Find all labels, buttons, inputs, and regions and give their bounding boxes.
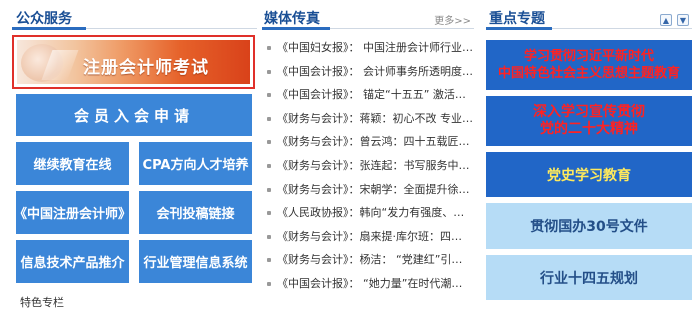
news-link[interactable]: 《中国会计报》： “她力量”在时代潮… bbox=[277, 272, 474, 296]
topic-fourteenth-five-year-plan[interactable]: 行业十四五规划 bbox=[486, 255, 692, 300]
topics-header: 重点专题 ▲ ▼ bbox=[486, 0, 692, 30]
scroll-up-icon[interactable]: ▲ bbox=[660, 14, 672, 26]
news-link[interactable]: 《中国会计报》： 会计师事务所透明度… bbox=[277, 60, 474, 84]
news-link[interactable]: 《财务与会计》：曾云鸿：四十五载匠… bbox=[277, 130, 474, 154]
topic-line: 深入学习宣传贯彻 bbox=[533, 104, 645, 120]
news-link[interactable]: 《财务与会计》：张连起：书写服务中… bbox=[277, 154, 474, 178]
topic-line: 行业十四五规划 bbox=[540, 270, 638, 287]
news-item[interactable]: 《中国妇女报》： 中国注册会计师行业… bbox=[262, 36, 474, 60]
news-link[interactable]: 《财务与会计》：杨洁： “党建红”引… bbox=[277, 248, 474, 272]
news-item[interactable]: 《财务与会计》：蒋颖：初心不改 专业… bbox=[262, 107, 474, 131]
topic-line: 党的二十大精神 bbox=[540, 121, 638, 137]
topic-line: 学习贯彻习近平新时代 bbox=[523, 49, 654, 64]
bullet-icon bbox=[267, 187, 271, 192]
media-panel: 媒体传真 更多>> 《中国妇女报》： 中国注册会计师行业… 《中国会计报》： 会… bbox=[262, 0, 474, 300]
cpa-exam-banner-label[interactable]: 注册会计师考试 bbox=[83, 53, 209, 78]
bullet-icon bbox=[267, 211, 271, 216]
member-application-button[interactable]: 会员入会申请 bbox=[16, 94, 252, 136]
topics-title: 重点专题 bbox=[489, 11, 545, 27]
scroll-down-icon[interactable]: ▼ bbox=[677, 14, 689, 26]
news-item[interactable]: 《人民政协报》：韩向“发力有强度、… bbox=[262, 201, 474, 225]
topics-panel: 重点专题 ▲ ▼ 学习贯彻习近平新时代 中国特色社会主义思想主题教育 深入学习宣… bbox=[486, 0, 692, 300]
topic-party-history[interactable]: 党史学习教育 bbox=[486, 152, 692, 197]
industry-management-system-button[interactable]: 行业管理信息系统 bbox=[139, 240, 252, 283]
continuing-education-button[interactable]: 继续教育在线 bbox=[16, 142, 129, 185]
news-link[interactable]: 《人民政协报》：韩向“发力有强度、… bbox=[277, 201, 474, 225]
cpa-magazine-button[interactable]: 《中国注册会计师》 bbox=[14, 191, 131, 234]
bullet-icon bbox=[267, 46, 271, 50]
bullet-icon bbox=[267, 234, 271, 239]
cut-off-section-title: 特色专栏 bbox=[20, 296, 64, 309]
more-link[interactable]: 更多>> bbox=[434, 12, 471, 27]
bullet-icon bbox=[267, 93, 271, 98]
topic-line: 中国特色社会主义思想主题教育 bbox=[497, 66, 680, 81]
news-item[interactable]: 《财务与会计》：扇来提·库尔班：四… bbox=[262, 225, 474, 249]
bullet-icon bbox=[267, 116, 271, 121]
bullet-icon bbox=[267, 281, 271, 286]
bullet-icon bbox=[267, 140, 271, 145]
bullet-icon bbox=[267, 258, 271, 263]
cpa-exam-banner-image[interactable]: 注册会计师考试 bbox=[17, 40, 250, 84]
news-list: 《中国妇女报》： 中国注册会计师行业… 《中国会计报》： 会计师事务所透明度… … bbox=[262, 36, 474, 296]
topic-line: 贯彻国办30号文件 bbox=[530, 219, 648, 235]
news-link[interactable]: 《财务与会计》：蒋颖：初心不改 专业… bbox=[277, 107, 474, 131]
public-services-header: 公众服务 bbox=[12, 0, 257, 30]
cpa-exam-banner[interactable]: 注册会计师考试 bbox=[12, 35, 255, 89]
topic-line: 党史学习教育 bbox=[547, 167, 631, 184]
news-link[interactable]: 《中国妇女报》： 中国注册会计师行业… bbox=[277, 36, 474, 60]
public-services-title: 公众服务 bbox=[16, 11, 72, 27]
news-item[interactable]: 《财务与会计》：张连起：书写服务中… bbox=[262, 154, 474, 178]
it-products-button[interactable]: 信息技术产品推介 bbox=[16, 240, 129, 283]
news-link[interactable]: 《中国会计报》： 锚定“十五五” 激活… bbox=[277, 83, 474, 107]
news-item[interactable]: 《中国会计报》： 会计师事务所透明度… bbox=[262, 60, 474, 84]
journal-submission-button[interactable]: 会刊投稿链接 bbox=[139, 191, 252, 234]
news-item[interactable]: 《中国会计报》： 锚定“十五五” 激活… bbox=[262, 83, 474, 107]
media-header: 媒体传真 更多>> bbox=[262, 0, 474, 30]
cpa-talent-training-button[interactable]: CPA方向人才培养 bbox=[139, 142, 252, 185]
news-link[interactable]: 《财务与会计》：宋朝学：全面提升徐… bbox=[277, 178, 474, 202]
news-link[interactable]: 《财务与会计》：扇来提·库尔班：四… bbox=[277, 225, 474, 249]
media-title: 媒体传真 bbox=[264, 11, 320, 27]
news-item[interactable]: 《财务与会计》：宋朝学：全面提升徐… bbox=[262, 178, 474, 202]
topic-document-30[interactable]: 贯彻国办30号文件 bbox=[486, 203, 692, 249]
topic-theme-education[interactable]: 学习贯彻习近平新时代 中国特色社会主义思想主题教育 bbox=[486, 40, 692, 90]
news-item[interactable]: 《中国会计报》： “她力量”在时代潮… bbox=[262, 272, 474, 296]
bullet-icon bbox=[267, 69, 271, 74]
news-item[interactable]: 《财务与会计》：曾云鸿：四十五载匠… bbox=[262, 130, 474, 154]
public-services-panel: 公众服务 注册会计师考试 会员入会申请 继续教育在线 CPA方向人才培养 《中国… bbox=[12, 0, 257, 309]
news-item[interactable]: 《财务与会计》：杨洁： “党建红”引… bbox=[262, 248, 474, 272]
topic-twentieth-congress[interactable]: 深入学习宣传贯彻 党的二十大精神 bbox=[486, 96, 692, 146]
bullet-icon bbox=[267, 163, 271, 168]
